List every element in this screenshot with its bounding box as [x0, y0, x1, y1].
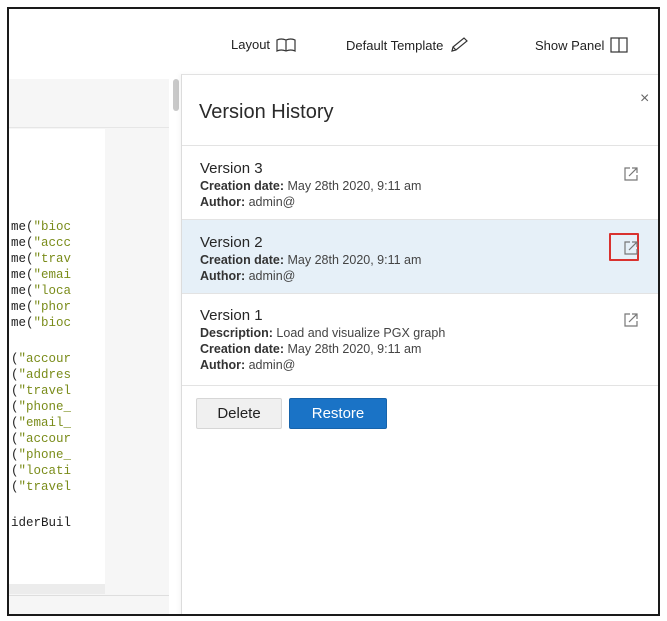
author-label: Author:	[200, 195, 246, 209]
author-value: admin@	[245, 269, 296, 283]
version-title: Version 3	[200, 160, 263, 177]
version-title: Version 1	[200, 307, 263, 324]
version-item-3[interactable]: Version 3 Creation date: May 28th 2020, …	[182, 146, 658, 220]
version-author: Author: admin@	[200, 269, 295, 283]
code-string: "addres	[18, 368, 72, 382]
code-line: me("bioc	[11, 316, 72, 330]
version-author: Author: admin@	[200, 195, 295, 209]
book-icon	[276, 37, 296, 52]
scrollbar-thumb[interactable]	[173, 79, 179, 111]
open-external-icon[interactable]	[623, 166, 639, 182]
show-panel-button[interactable]: Show Panel	[535, 37, 628, 53]
code-line: ("accour	[11, 352, 72, 366]
code-line: me("accc	[11, 236, 72, 250]
template-label: Default Template	[346, 37, 444, 53]
author-label: Author:	[200, 358, 246, 372]
open-external-icon[interactable]	[623, 312, 639, 328]
version-author: Author: admin@	[200, 358, 295, 372]
code-string: "accc	[33, 236, 72, 250]
close-icon[interactable]: ×	[640, 91, 649, 107]
version-creation-date: Creation date: May 28th 2020, 9:11 am	[200, 179, 421, 193]
open-external-icon[interactable]	[623, 240, 639, 256]
version-item-1[interactable]: Version 1 Description: Load and visualiz…	[182, 294, 658, 386]
code-line: ("travel	[11, 480, 72, 494]
version-description: Description: Load and visualize PGX grap…	[200, 326, 445, 340]
code-line: ("phone_	[11, 400, 72, 414]
editor-footer-divider	[9, 595, 169, 596]
code-string: "emai	[33, 268, 72, 282]
creation-date-label: Creation date:	[200, 179, 285, 193]
author-value: admin@	[245, 358, 296, 372]
panel-title: Version History	[199, 101, 334, 123]
delete-button[interactable]: Delete	[196, 398, 282, 429]
code-string: "accour	[18, 432, 72, 446]
code-string: "locati	[18, 464, 72, 478]
author-label: Author:	[200, 269, 246, 283]
code-string: "bioc	[33, 316, 72, 330]
author-value: admin@	[245, 195, 296, 209]
code-string: "travel	[18, 384, 72, 398]
creation-date-label: Creation date:	[200, 253, 285, 267]
layout-button[interactable]: Layout	[231, 37, 296, 52]
code-line: ("travel	[11, 384, 72, 398]
code-line: me("phor	[11, 300, 72, 314]
layout-label: Layout	[231, 37, 271, 52]
code-line: ("locati	[11, 464, 72, 478]
code-line: ("phone_	[11, 448, 72, 462]
editor-divider	[9, 127, 169, 128]
code-string: "bioc	[33, 220, 72, 234]
code-editor[interactable]: me("bioc me("accc me("trav me("emai me("…	[9, 129, 105, 584]
creation-date-value: May 28th 2020, 9:11 am	[284, 179, 422, 193]
panel-icon	[610, 37, 628, 53]
code-line: ("email_	[11, 416, 72, 430]
pen-icon	[449, 37, 469, 53]
code-line: me("loca	[11, 284, 72, 298]
code-string: "email_	[18, 416, 72, 430]
code-string: "trav	[33, 252, 72, 266]
code-string: "travel	[18, 480, 72, 494]
code-line: me("bioc	[11, 220, 72, 234]
code-string: "accour	[18, 352, 72, 366]
code-line: me("emai	[11, 268, 72, 282]
code-string: "phone_	[18, 400, 72, 414]
code-line: ("accour	[11, 432, 72, 446]
code-line: me("trav	[11, 252, 72, 266]
description-label: Description:	[200, 326, 273, 340]
creation-date-label: Creation date:	[200, 342, 285, 356]
version-creation-date: Creation date: May 28th 2020, 9:11 am	[200, 342, 421, 356]
creation-date-value: May 28th 2020, 9:11 am	[284, 342, 422, 356]
default-template-button[interactable]: Default Template	[346, 37, 469, 53]
code-line: ("addres	[11, 368, 72, 382]
creation-date-value: May 28th 2020, 9:11 am	[284, 253, 422, 267]
code-string: "phone_	[18, 448, 72, 462]
code-string: "loca	[33, 284, 72, 298]
app-frame: Layout Default Template Show Panel me("b…	[7, 7, 660, 616]
restore-button[interactable]: Restore	[289, 398, 387, 429]
code-string: "phor	[33, 300, 72, 314]
show-panel-label: Show Panel	[535, 37, 605, 53]
version-creation-date: Creation date: May 28th 2020, 9:11 am	[200, 253, 421, 267]
version-history-panel: Version History × Version 3 Creation dat…	[181, 74, 658, 614]
version-title: Version 2	[200, 234, 263, 251]
version-item-2[interactable]: Version 2 Creation date: May 28th 2020, …	[182, 220, 658, 294]
top-toolbar: Layout Default Template Show Panel	[9, 9, 658, 79]
editor-footer	[9, 584, 105, 594]
description-value: Load and visualize PGX graph	[272, 326, 446, 340]
code-line: iderBuil	[11, 516, 72, 530]
